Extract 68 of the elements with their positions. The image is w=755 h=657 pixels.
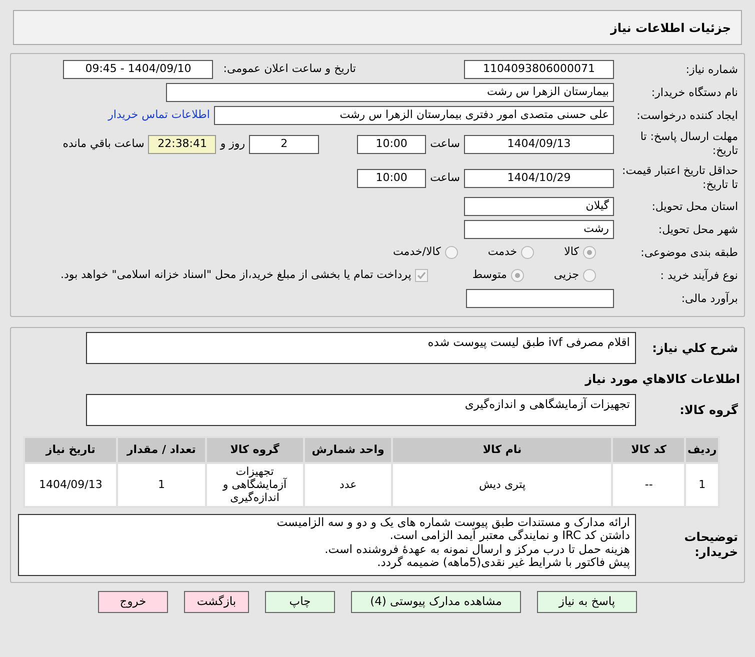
action-button[interactable]: مشاهده مدارک پیوستی (4) xyxy=(351,590,521,613)
deadline-time-field[interactable]: 10:00 xyxy=(357,134,426,154)
field-label: شماره نیاز: xyxy=(684,62,739,76)
field-label: ساعت xyxy=(430,136,460,152)
column-header: نام کالا xyxy=(393,438,612,462)
radio-label: متوسط xyxy=(472,267,507,284)
column-header: ردیف xyxy=(686,438,718,462)
validity-time-field[interactable]: 10:00 xyxy=(357,168,426,188)
field-label: طبقه بندی موضوعی: xyxy=(640,246,739,260)
city-field[interactable]: رشت xyxy=(464,220,614,239)
description-field[interactable]: اقلام مصرفی ivf طبق لیست پیوست شده xyxy=(86,332,636,364)
buyer-field[interactable]: بیمارستان الزهرا س رشت xyxy=(166,83,614,102)
field-label: توضیحات خریدار: xyxy=(683,530,739,560)
field-label: برآورد مالی: xyxy=(680,292,739,306)
column-header: کد کالا xyxy=(613,438,684,462)
table-cell: -- xyxy=(613,464,684,506)
table-cell: پتری دیش xyxy=(393,464,612,506)
notes-field[interactable]: ارائه مدارک و مستندات طبق پیوست شماره های یک و دو و سه الزامیست داشتن کد IRC و نمایندگی معتبر آیمد الزامی است. هزینه حمل تا درب مرکز و ارسال نمونه به عهدهٔ فروشنده است. پیش فاکتور با شرایط غیر نقدی(5ماهه) ضمیمه گردد. xyxy=(18,514,636,576)
deadline-date-field[interactable]: 1404/09/13 xyxy=(464,134,614,154)
table-cell: 1 xyxy=(686,464,718,506)
need-number-field[interactable]: 1104093806000071 xyxy=(464,60,614,79)
column-header: تاریخ نیاز xyxy=(25,438,116,462)
section-heading: اطلاعات کالاهاي مورد نیاز xyxy=(585,371,740,388)
field-label: ساعت باقي مانده xyxy=(62,136,144,152)
radio-button[interactable] xyxy=(510,269,524,282)
action-button[interactable]: چاپ xyxy=(265,590,335,613)
announce-date-field[interactable]: 1404/09/10 - 09:45 xyxy=(63,60,214,79)
field-label: استان محل تحویل: xyxy=(650,200,739,214)
field-label: شرح کلي نیاز: xyxy=(651,340,739,356)
field-label: روز و xyxy=(220,136,246,152)
radio-label: کالا/خدمت xyxy=(393,244,441,260)
payment-note: پرداخت تمام یا بخشی از مبلغ خرید،از محل "اسناد خزانه اسلامی" خواهد بود. xyxy=(60,267,412,284)
action-button[interactable]: بازگشت xyxy=(184,590,249,613)
field-label: نوع فرآیند خرید : xyxy=(659,268,739,282)
field-label: تاریخ و ساعت اعلان عمومی: xyxy=(223,61,356,78)
field-label: گروه کالا: xyxy=(678,402,739,418)
radio-button[interactable] xyxy=(583,269,596,282)
goods-group-field[interactable]: تجهیزات آزمایشگاهی و اندازه‌گیری xyxy=(86,394,636,426)
radio-label: خدمت xyxy=(488,244,518,260)
field-label: ایجاد کننده درخواست: xyxy=(636,108,739,122)
page-title: جزئیات اطلاعات نیاز xyxy=(13,10,742,45)
field-label: حداقل تاریخ اعتبار قیمت: تا تاریخ: xyxy=(621,164,739,192)
column-header: تعداد / مقدار xyxy=(118,438,205,462)
column-header: واحد شمارش xyxy=(304,438,392,462)
table-cell: 1404/09/13 xyxy=(25,464,116,506)
requester-field[interactable]: علی حسنی متصدی امور دفتری بیمارستان الزهرا س رشت xyxy=(214,106,614,125)
table-cell: 1 xyxy=(118,464,205,506)
field-label: مهلت ارسال پاسخ: تا تاریخ: xyxy=(639,130,739,158)
province-field[interactable]: گیلان xyxy=(464,197,614,216)
action-button[interactable]: پاسخ به نیاز xyxy=(537,590,637,613)
checkbox[interactable] xyxy=(415,269,428,282)
table-cell: عدد xyxy=(304,464,392,506)
contact-link[interactable]: اطلاعات تماس خریدار xyxy=(108,107,210,124)
action-button[interactable]: خروج xyxy=(98,590,168,613)
radio-button[interactable] xyxy=(444,246,458,259)
radio-button[interactable] xyxy=(583,246,596,259)
table-cell: تجهیزات آزمایشگاهی و اندازه‌گیری xyxy=(206,464,303,506)
field-label: ساعت xyxy=(430,170,460,186)
field-label: شهر محل تحویل: xyxy=(657,222,739,236)
column-header: گروه کالا xyxy=(206,438,303,462)
field-label: نام دستگاه خریدار: xyxy=(650,86,739,100)
validity-date-field[interactable]: 1404/10/29 xyxy=(464,168,614,188)
remaining-time-field[interactable]: 22:38:41 xyxy=(148,134,216,154)
radio-button[interactable] xyxy=(521,246,534,259)
budget-field[interactable] xyxy=(466,289,614,308)
days-field[interactable]: 2 xyxy=(249,134,320,154)
radio-label: جزیی xyxy=(554,267,579,284)
radio-label: کالا xyxy=(564,244,579,260)
